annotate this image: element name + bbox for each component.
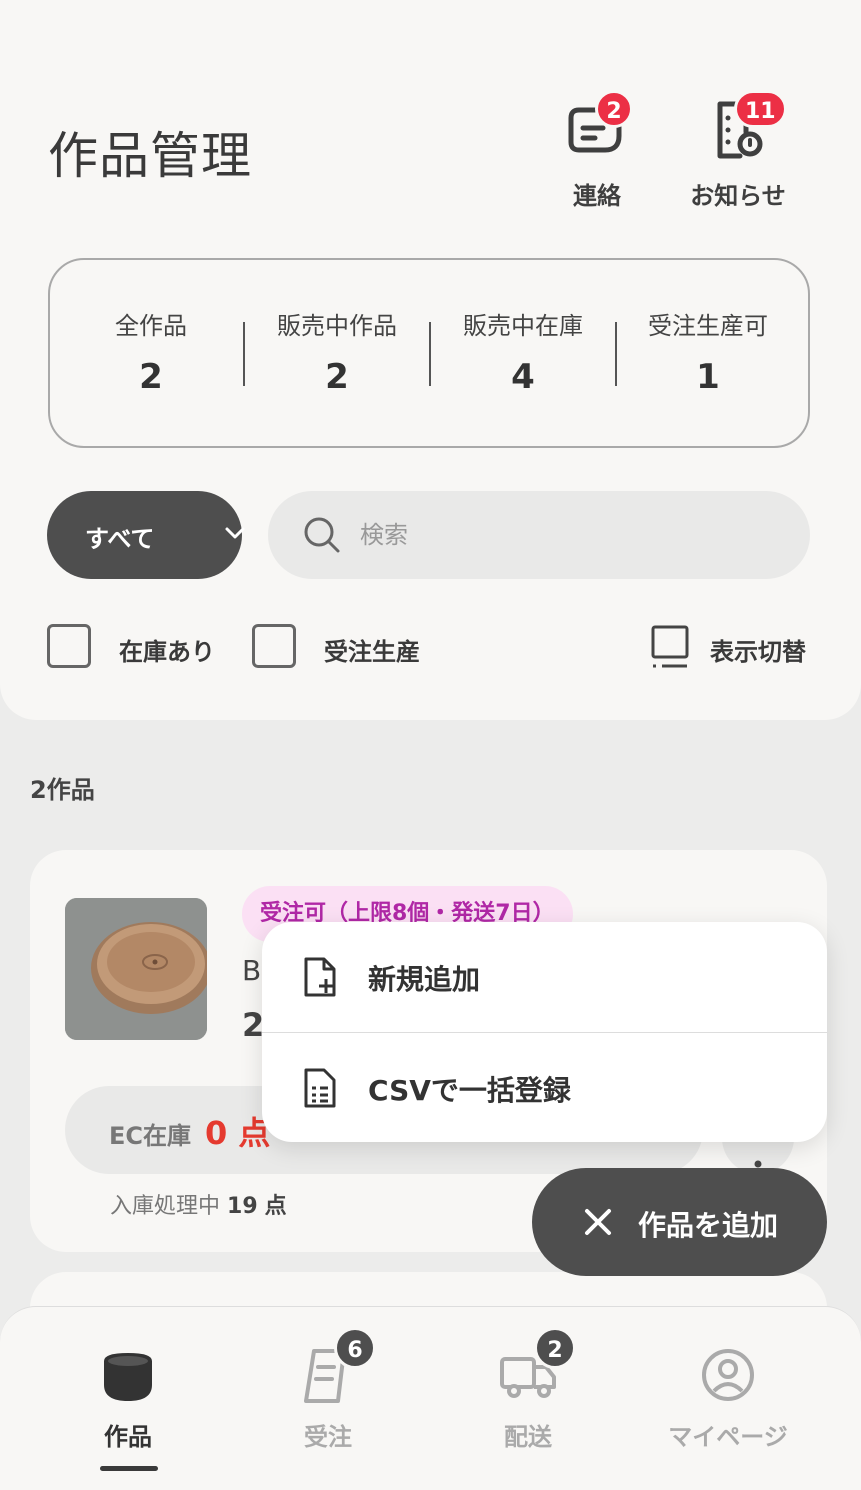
toggle-view-label: 表示切替 [710,638,806,666]
inbound-unit: 点 [264,1194,287,1219]
page-title: 作品管理 [48,127,252,185]
product-name: B [242,954,262,987]
stat-label: 販売中在庫 [463,312,583,340]
nav-label: 配送 [504,1423,552,1451]
search-icon [304,517,340,553]
fab-label: 作品を追加 [638,1209,779,1242]
in-stock-label: 在庫あり [119,638,215,666]
pot-icon [104,1353,152,1401]
nav-label: マイページ [668,1423,788,1451]
stat-label: 全作品 [115,312,187,340]
user-circle-icon [702,1349,754,1401]
inbound-value: 19 [227,1194,258,1219]
checkbox-box[interactable] [252,624,296,668]
stat-label: 受注生産可 [648,312,768,340]
notice-label: お知らせ [690,182,786,210]
chevron-down-icon [225,527,245,539]
top-panel: 作品管理 2 連絡 11 お知らせ 全作品 2 販売中作品 2 販売中在庫 4 … [0,0,861,720]
stat-value: 2 [139,357,163,397]
in-stock-checkbox[interactable]: 在庫あり [47,624,227,668]
nav-item-delivery[interactable]: 2 配送 [428,1307,628,1490]
delivery-badge: 2 [534,1327,576,1369]
toggle-view-button[interactable]: 表示切替 [650,622,810,670]
close-icon [585,1209,611,1235]
view-toggle-icon [651,625,689,668]
checkbox-box[interactable] [47,624,91,668]
product-thumbnail [65,898,207,1040]
contact-badge: 2 [595,90,633,128]
nav-label: 作品 [104,1423,152,1451]
filter-label: すべて [85,525,155,553]
inbound-label: 入庫処理中 [110,1194,221,1219]
add-product-menu: 新規追加 CSVで一括登録 [262,922,827,1142]
menu-item-csv-label: CSVで一括登録 [368,1074,571,1107]
wooden-plate-image [65,898,207,1040]
ec-stock-value: 0 点 [205,1114,271,1152]
orders-badge: 6 [334,1327,376,1369]
csv-file-icon [304,1068,336,1108]
notice-badge: 11 [734,90,787,128]
search-input[interactable] [360,511,760,559]
stat-value: 4 [511,357,535,397]
menu-item-new-label: 新規追加 [368,963,481,996]
stat-on-sale: 販売中作品 2 [244,306,430,397]
nav-item-mypage[interactable]: マイページ [628,1307,828,1490]
stat-on-sale-stock: 販売中在庫 4 [430,306,616,397]
stat-label: 販売中作品 [277,312,397,340]
nav-label: 受注 [304,1423,352,1451]
add-product-fab[interactable]: 作品を追加 [532,1168,827,1276]
inbound-status: 入庫処理中 19 点 [110,1188,287,1220]
stat-all: 全作品 2 [58,306,244,397]
active-tab-indicator [100,1466,158,1471]
stat-value: 2 [325,357,349,397]
product-count: 2作品 [30,776,95,804]
notice-button[interactable]: 11 お知らせ [668,90,808,220]
nav-item-orders[interactable]: 6 受注 [228,1307,428,1490]
stat-made-to-order: 受注生産可 1 [615,306,801,397]
ec-stock-label: EC在庫 [109,1122,192,1150]
contact-button[interactable]: 2 連絡 [527,90,667,220]
bottom-navigation: 作品 6 受注 2 配送 マイページ [0,1306,861,1490]
menu-item-csv[interactable]: CSVで一括登録 [262,1033,827,1143]
nav-item-products[interactable]: 作品 [28,1307,228,1490]
stat-value: 1 [696,357,720,397]
category-filter-dropdown[interactable]: すべて [47,491,245,579]
made-to-order-label: 受注生産 [324,638,420,666]
menu-item-new[interactable]: 新規追加 [262,922,827,1032]
product-price: 2 [242,1006,265,1044]
stats-summary: 全作品 2 販売中作品 2 販売中在庫 4 受注生産可 1 [48,258,810,448]
contact-label: 連絡 [573,182,621,210]
search-bar[interactable] [268,491,810,579]
made-to-order-checkbox[interactable]: 受注生産 [252,624,432,668]
new-file-icon [304,957,336,997]
